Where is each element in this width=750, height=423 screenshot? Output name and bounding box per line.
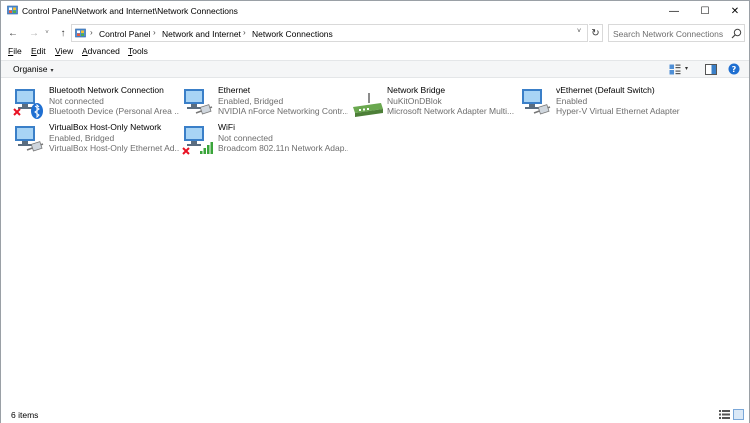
menu-view[interactable]: View	[55, 46, 73, 56]
details-view-icon[interactable]	[719, 410, 730, 419]
list-item-ethernet[interactable]: Ethernet Enabled, Bridged NVIDIA nForce …	[182, 85, 348, 119]
view-options-dropdown[interactable]: ▾	[685, 65, 688, 72]
list-item-wifi[interactable]: WiFi Not connected Broadcom 802.11n Netw…	[182, 122, 348, 156]
recent-locations-button[interactable]: ˅	[43, 25, 51, 41]
connection-device: Broadcom 802.11n Network Adap...	[218, 143, 348, 153]
maximize-button[interactable]: ☐	[690, 1, 720, 21]
connection-status: Enabled	[556, 95, 588, 106]
menu-bar: File Edit View Advanced Tools	[1, 45, 749, 59]
virtualbox-network-icon	[15, 126, 44, 152]
up-button[interactable]: ↑	[56, 25, 70, 41]
breadcrumb-network-and-internet[interactable]: Network and Internet	[162, 29, 241, 39]
explorer-window: Control Panel\Network and Internet\Netwo…	[0, 0, 750, 423]
connection-status: NuKitOnDBlok	[387, 95, 442, 106]
back-button[interactable]: ←	[6, 25, 20, 41]
connection-status: Enabled, Bridged	[218, 95, 284, 106]
connection-device: Microsoft Network Adapter Multi...	[387, 106, 515, 116]
item-count: 6 items	[11, 410, 39, 420]
close-button[interactable]: ✕	[720, 1, 750, 21]
search-box[interactable]	[608, 24, 745, 42]
minimize-button[interactable]: —	[659, 1, 689, 21]
menu-edit[interactable]: Edit	[31, 46, 46, 56]
title-bar[interactable]: Control Panel\Network and Internet\Netwo…	[1, 1, 749, 21]
connection-device: Bluetooth Device (Personal Area ...	[49, 106, 179, 116]
connection-device: Hyper-V Virtual Ethernet Adapter	[556, 106, 680, 116]
ethernet-network-icon	[184, 89, 213, 115]
chevron-down-icon: ▾	[50, 68, 54, 74]
connection-device: VirtualBox Host-Only Ethernet Ad...	[49, 143, 179, 153]
wifi-network-icon	[182, 126, 213, 155]
list-item-virtualbox[interactable]: VirtualBox Host-Only Network Enabled, Br…	[13, 122, 179, 156]
list-item-network-bridge[interactable]: Network Bridge NuKitOnDBlok Microsoft Ne…	[351, 85, 516, 119]
connection-name: Bluetooth Network Connection	[49, 85, 164, 95]
breadcrumb-separator[interactable]: ›	[153, 28, 156, 37]
connection-device: NVIDIA nForce Networking Contr...	[218, 106, 348, 116]
connection-name: vEthernet (Default Switch)	[556, 85, 655, 95]
menu-file[interactable]: File	[8, 46, 22, 56]
connection-name: Ethernet	[218, 85, 251, 95]
window-title: Control Panel\Network and Internet\Netwo…	[22, 6, 238, 16]
connection-name: VirtualBox Host-Only Network	[49, 122, 162, 132]
control-panel-icon	[75, 28, 86, 38]
menu-advanced[interactable]: Advanced	[82, 46, 120, 56]
forward-button[interactable]: →	[27, 25, 41, 41]
list-item-bluetooth[interactable]: Bluetooth Network Connection Not connect…	[13, 85, 179, 119]
svg-text:?: ?	[732, 65, 737, 74]
vethernet-network-icon	[522, 89, 551, 115]
bluetooth-network-icon	[13, 89, 43, 119]
search-input[interactable]	[613, 27, 727, 40]
network-bridge-icon	[353, 93, 383, 117]
breadcrumb-separator[interactable]: ›	[243, 28, 246, 37]
address-bar[interactable]: › Control Panel › Network and Internet ›…	[71, 24, 588, 42]
menu-tools[interactable]: Tools	[128, 46, 148, 56]
address-dropdown-button[interactable]: ˅	[577, 28, 581, 35]
navigation-bar: ← → ˅ ↑ › Control Panel › Network and In…	[1, 23, 749, 43]
connections-list: Bluetooth Network Connection Not connect…	[1, 79, 749, 405]
tiles-view-icon[interactable]	[733, 409, 744, 420]
connection-status: Not connected	[218, 132, 273, 143]
breadcrumb-control-panel[interactable]: Control Panel	[99, 29, 151, 39]
search-icon[interactable]	[731, 28, 742, 39]
change-view-icon[interactable]	[669, 64, 681, 75]
organise-button[interactable]: Organise ▾	[13, 64, 54, 74]
breadcrumb-separator[interactable]: ›	[90, 28, 93, 37]
connection-name: WiFi	[218, 122, 235, 132]
preview-pane-icon[interactable]	[705, 64, 717, 75]
list-item-vethernet[interactable]: vEthernet (Default Switch) Enabled Hyper…	[520, 85, 685, 119]
connection-status: Enabled, Bridged	[49, 132, 115, 143]
connection-status: Not connected	[49, 95, 104, 106]
refresh-button[interactable]: ↻	[589, 24, 603, 42]
command-bar: Organise ▾ ▾ ?	[1, 60, 749, 78]
breadcrumb-network-connections[interactable]: Network Connections	[252, 29, 333, 39]
status-bar: 6 items	[1, 406, 749, 423]
control-panel-icon	[7, 5, 18, 15]
help-icon[interactable]: ?	[728, 63, 740, 75]
connection-name: Network Bridge	[387, 85, 446, 95]
